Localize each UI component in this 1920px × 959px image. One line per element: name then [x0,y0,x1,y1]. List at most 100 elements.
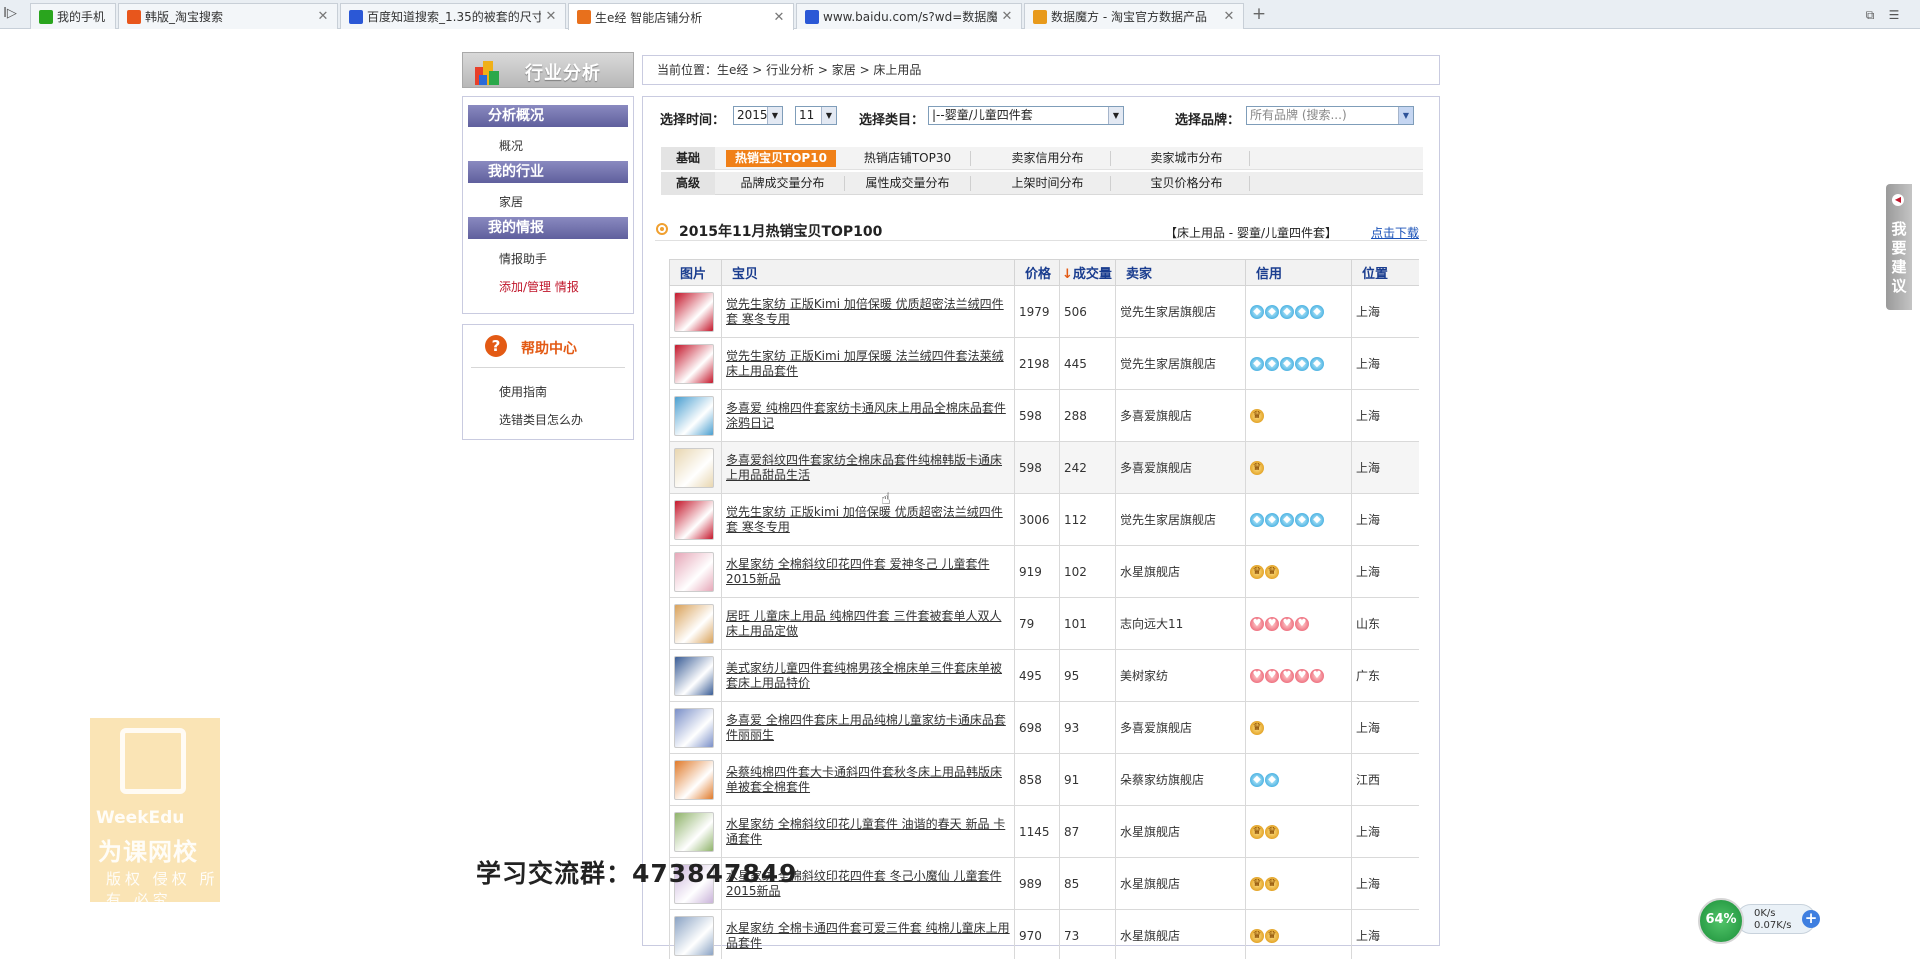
cell-item: 多喜爱 纯棉四件套家纺卡通风床上用品全棉床品套件涂鸦日记 [722,390,1015,442]
sidebar-item-manage-intel[interactable]: 添加/管理 情报 [499,278,579,295]
item-thumbnail[interactable] [674,812,714,852]
sidebar-head-overview[interactable]: 分析概况 [468,105,628,127]
sidebar-head-my-intel[interactable]: 我的情报 [468,217,628,239]
cell-location: 上海 [1352,338,1420,390]
download-link[interactable]: 点击下载 [1371,224,1419,241]
item-title-link[interactable]: 多喜爱 全棉四件套床上用品纯棉儿童家纺卡通床品套件丽丽生 [726,713,1010,743]
item-title-link[interactable]: 觉先生家纺 正版kimi 加倍保暖 优质超密法兰绒四件套 寒冬专用 [726,505,1010,535]
close-icon[interactable]: ✕ [1001,9,1013,24]
close-icon[interactable]: ✕ [317,9,329,24]
crown-icon: ♛ [1265,825,1279,839]
item-title-link[interactable]: 水星家纺 全棉卡通四件套可爱三件套 纯棉儿童床上用品套件 [726,921,1010,951]
tab-seller-city[interactable]: 卖家城市分布 [1124,151,1250,166]
cell-seller: 觉先生家居旗舰店 [1116,494,1246,546]
item-title-link[interactable]: 居旺 儿童床上用品 纯棉四件套 三件套被套单人双人床上用品定做 [726,609,1010,639]
credit-badges: ♥♥♥♥ [1250,617,1347,631]
browser-tab[interactable]: 数据魔方 - 淘宝官方数据产品✕ [1024,3,1244,29]
sidebar-head-my-industry[interactable]: 我的行业 [468,161,628,183]
heart-icon: ♥ [1310,669,1324,683]
table-row[interactable]: 水星家纺 全棉卡通四件套可爱三件套 纯棉儿童床上用品套件97073水星旗舰店♛♛… [670,910,1420,959]
cell-location: 广东 [1352,650,1420,702]
help-item-wrong-category[interactable]: 选错类目怎么办 [499,411,583,428]
item-title-link[interactable]: 水星家纺 全棉斜纹印花儿童套件 油谐的春天 新品 卡通套件 [726,817,1010,847]
tab-listing-time[interactable]: 上架时间分布 [985,176,1111,191]
table-row[interactable]: 美式家纺儿童四件套纯棉男孩全棉床单三件套床单被套床上用品特价49595美树家纺♥… [670,650,1420,702]
item-title-link[interactable]: 觉先生家纺 正版Kimi 加厚保暖 法兰绒四件套法莱绒床上用品套件 [726,349,1010,379]
browser-tab[interactable]: 生e经 智能店铺分析✕ [568,3,794,30]
item-thumbnail[interactable] [674,292,714,332]
plus-icon[interactable]: + [1802,910,1820,928]
table-row[interactable]: 多喜爱斜纹四件套家纺全棉床品套件纯棉韩版卡通床上用品甜品生活598242多喜爱旗… [670,442,1420,494]
report-category-basic: 基础 [661,147,715,170]
item-title-link[interactable]: 多喜爱斜纹四件套家纺全棉床品套件纯棉韩版卡通床上用品甜品生活 [726,453,1010,483]
brand-search-select[interactable]: 所有品牌 (搜索...) ▼ [1246,106,1414,125]
item-thumbnail[interactable] [674,396,714,436]
browser-tab[interactable]: 韩版_淘宝搜索 ✕ [118,3,338,29]
diamond-icon: ◆ [1280,305,1294,319]
item-thumbnail[interactable] [674,500,714,540]
sidebar-item-intel-assistant[interactable]: 情报助手 [499,250,547,267]
network-speed-widget[interactable]: 64% 0K/s 0.07K/s + [1696,898,1824,940]
table-row[interactable]: 多喜爱 纯棉四件套家纺卡通风床上用品全棉床品套件涂鸦日记598288多喜爱旗舰店… [670,390,1420,442]
item-title-link[interactable]: 多喜爱 纯棉四件套家纺卡通风床上用品全棉床品套件涂鸦日记 [726,401,1010,431]
item-title-link[interactable]: 觉先生家纺 正版Kimi 加倍保暖 优质超密法兰绒四件套 寒冬专用 [726,297,1010,327]
diamond-icon: ◆ [1265,773,1279,787]
table-row[interactable]: 居旺 儿童床上用品 纯棉四件套 三件套被套单人双人床上用品定做79101志向远大… [670,598,1420,650]
table-row[interactable]: 觉先生家纺 正版Kimi 加厚保暖 法兰绒四件套法莱绒床上用品套件2198445… [670,338,1420,390]
tab-hot-items-top10[interactable]: 热销宝贝TOP10 [726,150,836,167]
cell-seller: 水星旗舰店 [1116,546,1246,598]
item-thumbnail[interactable] [674,760,714,800]
cell-item: 居旺 儿童床上用品 纯棉四件套 三件套被套单人双人床上用品定做 [722,598,1015,650]
table-row[interactable]: 觉先生家纺 正版Kimi 加倍保暖 优质超密法兰绒四件套 寒冬专用1979506… [670,286,1420,338]
help-item-guide[interactable]: 使用指南 [499,383,547,400]
item-thumbnail[interactable] [674,656,714,696]
table-row[interactable]: 水星家纺 全棉斜纹印花四件套 爱神冬己 儿童套件2015新品919102水星旗舰… [670,546,1420,598]
item-title-link[interactable]: 朵蔡纯棉四件套大卡通斜四件套秋冬床上用品韩版床单被套全棉套件 [726,765,1010,795]
item-thumbnail[interactable] [674,552,714,592]
sidebar-toggle-icon[interactable]: I▷ [2,6,18,22]
sidebar-item-home[interactable]: 家居 [499,193,523,210]
close-icon[interactable]: ✕ [1223,9,1235,24]
tab-brand-volume[interactable]: 品牌成交量分布 [721,176,845,191]
browser-tab[interactable]: 我的手机 [30,3,116,29]
diamond-icon: ◆ [1265,513,1279,527]
left-sidebar: 分析概况 概况 我的行业 家居 我的情报 情报助手 添加/管理 情报 [462,96,634,314]
cell-seller: 多喜爱旗舰店 [1116,442,1246,494]
browser-tab[interactable]: 百度知道搜索_1.35的被套的尺寸✕ [340,3,566,29]
close-icon[interactable]: ✕ [773,10,785,25]
item-thumbnail[interactable] [674,448,714,488]
crown-icon: ♛ [1250,721,1264,735]
help-title: 帮助中心 [521,338,577,358]
table-row[interactable]: 水星家纺 全棉斜纹印花儿童套件 油谐的春天 新品 卡通套件114587水星旗舰店… [670,806,1420,858]
tab-seller-credit[interactable]: 卖家信用分布 [985,151,1111,166]
browser-tab-label: 韩版_淘宝搜索 [145,8,313,25]
tab-attribute-volume[interactable]: 属性成交量分布 [845,176,971,191]
cell-item: 水星家纺 全棉斜纹印花四件套 爱神冬己 儿童套件2015新品 [722,546,1015,598]
table-row[interactable]: 多喜爱 全棉四件套床上用品纯棉儿童家纺卡通床品套件丽丽生69893多喜爱旗舰店♛… [670,702,1420,754]
col-header-sales[interactable]: ↓成交量 [1060,260,1116,286]
menu-icon[interactable]: ☰ [1886,8,1902,22]
item-title-link[interactable]: 水星家纺 全棉斜纹印花四件套 爱神冬己 儿童套件2015新品 [726,557,1010,587]
cell-credit: ♥♥♥♥ [1246,598,1352,650]
item-thumbnail[interactable] [674,604,714,644]
item-thumbnail[interactable] [674,708,714,748]
item-thumbnail[interactable] [674,916,714,956]
close-icon[interactable]: ✕ [545,9,557,24]
col-header-price[interactable]: 价格 [1015,260,1060,286]
item-thumbnail[interactable] [674,344,714,384]
browser-tab[interactable]: www.baidu.com/s?wd=数据魔方✕ [796,3,1022,29]
table-row[interactable]: 觉先生家纺 正版kimi 加倍保暖 优质超密法兰绒四件套 寒冬专用3006112… [670,494,1420,546]
restore-tabs-icon[interactable]: ⧉ [1862,8,1878,22]
tab-hot-shops-top30[interactable]: 热销店铺TOP30 [845,151,971,166]
tab-item-price[interactable]: 宝贝价格分布 [1124,176,1250,191]
item-title-link[interactable]: 美式家纺儿童四件套纯棉男孩全棉床单三件套床单被套床上用品特价 [726,661,1010,691]
crown-icon: ♛ [1265,929,1279,943]
year-select[interactable]: 2015 ▼ [733,106,783,125]
arrow-left-icon: ◀ [1892,194,1904,206]
new-tab-button[interactable]: + [1250,6,1268,24]
table-row[interactable]: 朵蔡纯棉四件套大卡通斜四件套秋冬床上用品韩版床单被套全棉套件85891朵蔡家纺旗… [670,754,1420,806]
feedback-side-button[interactable]: ◀ 我要建议 [1886,184,1912,310]
category-select[interactable]: |--婴童/儿童四件套 ▼ [928,106,1124,125]
month-select[interactable]: 11 ▼ [795,106,837,125]
sidebar-item-overview[interactable]: 概况 [499,137,523,154]
